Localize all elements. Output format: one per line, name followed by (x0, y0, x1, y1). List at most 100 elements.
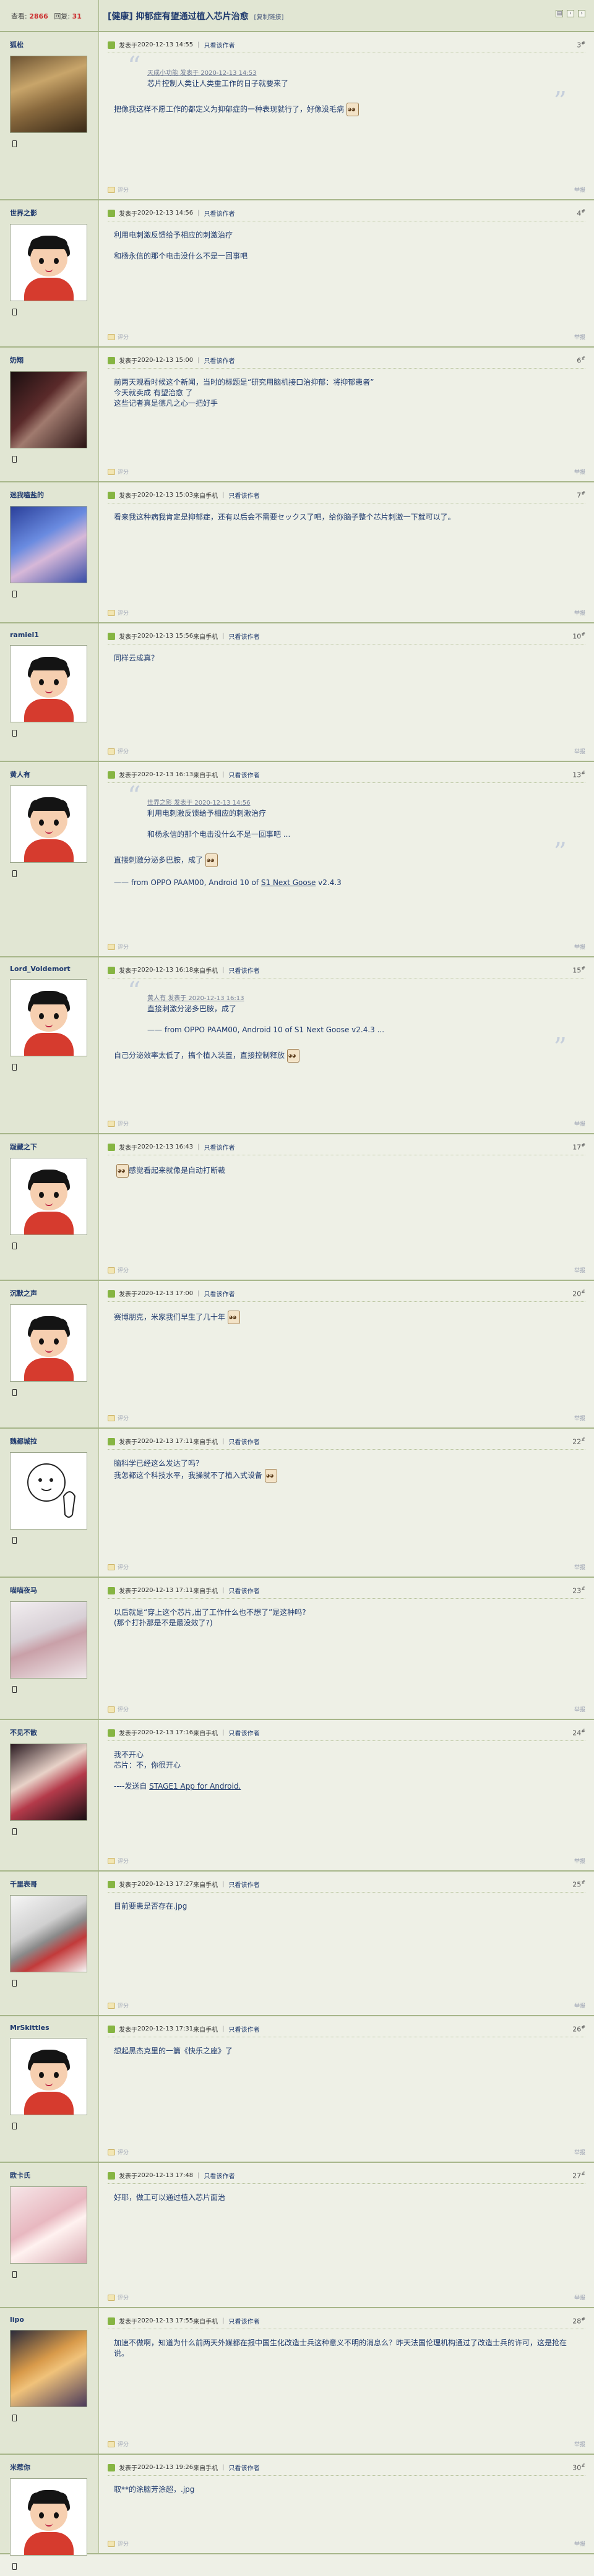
rate-button[interactable]: 评分 (108, 186, 129, 194)
author-only-link[interactable]: 只看该作者 (204, 1289, 235, 1298)
avatar[interactable] (10, 1304, 87, 1382)
floor-number[interactable]: 17# (572, 1142, 585, 1152)
rate-button[interactable]: 评分 (108, 747, 129, 755)
floor-number[interactable]: 24# (572, 1728, 585, 1737)
print-icon[interactable]: ▤ (556, 10, 563, 17)
floor-number[interactable]: 15# (572, 965, 585, 975)
quote-header[interactable]: 黄人有 发表于 2020-12-13 16:13 (147, 993, 542, 1004)
floor-number[interactable]: 10# (572, 631, 585, 641)
author-name[interactable]: 跋藏之下 (10, 1142, 90, 1152)
report-button[interactable]: 举报 (574, 186, 585, 194)
avatar[interactable] (10, 1601, 87, 1679)
avatar[interactable] (10, 1158, 87, 1235)
floor-number[interactable]: 4# (577, 208, 585, 218)
floor-number[interactable]: 6# (577, 356, 585, 365)
rate-button[interactable]: 评分 (108, 468, 129, 476)
prev-thread-icon[interactable]: ‹ (567, 10, 574, 17)
report-button[interactable]: 举报 (574, 2148, 585, 2156)
rate-button[interactable]: 评分 (108, 609, 129, 617)
avatar[interactable] (10, 979, 87, 1056)
report-button[interactable]: 举报 (574, 2440, 585, 2448)
author-name[interactable]: MrSkittles (10, 2024, 90, 2032)
rate-button[interactable]: 评分 (108, 1705, 129, 1713)
author-name[interactable]: 千里表哥 (10, 1879, 90, 1889)
rate-button[interactable]: 评分 (108, 1119, 129, 1128)
rate-button[interactable]: 评分 (108, 2293, 129, 2301)
avatar[interactable] (10, 645, 87, 722)
rate-button[interactable]: 评分 (108, 1414, 129, 1422)
author-only-link[interactable]: 只看该作者 (204, 356, 235, 365)
avatar[interactable] (10, 224, 87, 301)
author-only-link[interactable]: 只看该作者 (229, 1437, 260, 1446)
author-name[interactable]: 魏都城拉 (10, 1436, 90, 1446)
author-name[interactable]: Lord_Voldemort (10, 965, 90, 973)
quote-header[interactable]: 世界之影 发表于 2020-12-13 14:56 (147, 798, 542, 808)
floor-number[interactable]: 3# (577, 40, 585, 49)
author-name[interactable]: lipo (10, 2316, 90, 2324)
floor-number[interactable]: 20# (572, 1289, 585, 1298)
avatar[interactable] (10, 371, 87, 448)
author-only-link[interactable]: 只看该作者 (229, 631, 260, 641)
author-only-link[interactable]: 只看该作者 (229, 1586, 260, 1595)
report-button[interactable]: 举报 (574, 1563, 585, 1571)
avatar[interactable] (10, 2478, 87, 2556)
next-thread-icon[interactable]: › (578, 10, 585, 17)
author-name[interactable]: 奶翔 (10, 355, 90, 365)
app-link[interactable]: STAGE1 App for Android. (149, 1782, 241, 1791)
author-name[interactable]: 世界之影 (10, 208, 90, 218)
author-only-link[interactable]: 只看该作者 (229, 2316, 260, 2326)
author-name[interactable]: 沉默之声 (10, 1288, 90, 1298)
author-name[interactable]: 黄人有 (10, 769, 90, 779)
author-name[interactable]: 米惹你 (10, 2462, 90, 2472)
floor-number[interactable]: 7# (577, 490, 585, 500)
floor-number[interactable]: 26# (572, 2024, 585, 2034)
rate-button[interactable]: 评分 (108, 333, 129, 341)
report-button[interactable]: 举报 (574, 468, 585, 476)
author-only-link[interactable]: 只看该作者 (204, 208, 235, 218)
report-button[interactable]: 举报 (574, 2293, 585, 2301)
author-only-link[interactable]: 只看该作者 (229, 965, 260, 975)
floor-number[interactable]: 25# (572, 1880, 585, 1889)
report-button[interactable]: 举报 (574, 1266, 585, 1274)
floor-number[interactable]: 23# (572, 1586, 585, 1595)
author-only-link[interactable]: 只看该作者 (204, 40, 235, 49)
avatar[interactable] (10, 2330, 87, 2407)
report-button[interactable]: 举报 (574, 2001, 585, 2009)
rate-button[interactable]: 评分 (108, 1857, 129, 1865)
floor-number[interactable]: 30# (572, 2463, 585, 2472)
report-button[interactable]: 举报 (574, 333, 585, 341)
author-only-link[interactable]: 只看该作者 (229, 1728, 260, 1737)
report-button[interactable]: 举报 (574, 2540, 585, 2548)
report-button[interactable]: 举报 (574, 747, 585, 755)
avatar[interactable] (10, 56, 87, 133)
rate-button[interactable]: 评分 (108, 2001, 129, 2009)
avatar[interactable] (10, 1452, 87, 1530)
report-button[interactable]: 举报 (574, 609, 585, 617)
avatar[interactable] (10, 2186, 87, 2264)
avatar[interactable] (10, 506, 87, 583)
rate-button[interactable]: 评分 (108, 943, 129, 951)
floor-number[interactable]: 13# (572, 770, 585, 779)
report-button[interactable]: 举报 (574, 943, 585, 951)
avatar[interactable] (10, 785, 87, 863)
author-only-link[interactable]: 只看该作者 (229, 2463, 260, 2472)
floor-number[interactable]: 28# (572, 2316, 585, 2326)
report-button[interactable]: 举报 (574, 1705, 585, 1713)
floor-number[interactable]: 27# (572, 2171, 585, 2180)
rate-button[interactable]: 评分 (108, 2540, 129, 2548)
avatar[interactable] (10, 1895, 87, 1972)
author-only-link[interactable]: 只看该作者 (229, 490, 260, 500)
rate-button[interactable]: 评分 (108, 1563, 129, 1571)
rate-button[interactable]: 评分 (108, 2148, 129, 2156)
report-button[interactable]: 举报 (574, 1857, 585, 1865)
floor-number[interactable]: 22# (572, 1437, 585, 1446)
author-name[interactable]: 欧卡氏 (10, 2170, 90, 2180)
author-only-link[interactable]: 只看该作者 (229, 770, 260, 779)
author-name[interactable]: 迷我嗑盐的 (10, 490, 90, 500)
avatar[interactable] (10, 2038, 87, 2115)
rate-button[interactable]: 评分 (108, 2440, 129, 2448)
copy-link-button[interactable]: [复制链接] (254, 14, 284, 21)
avatar[interactable] (10, 1744, 87, 1821)
author-only-link[interactable]: 只看该作者 (229, 2024, 260, 2034)
author-name[interactable]: ramiel1 (10, 631, 90, 639)
